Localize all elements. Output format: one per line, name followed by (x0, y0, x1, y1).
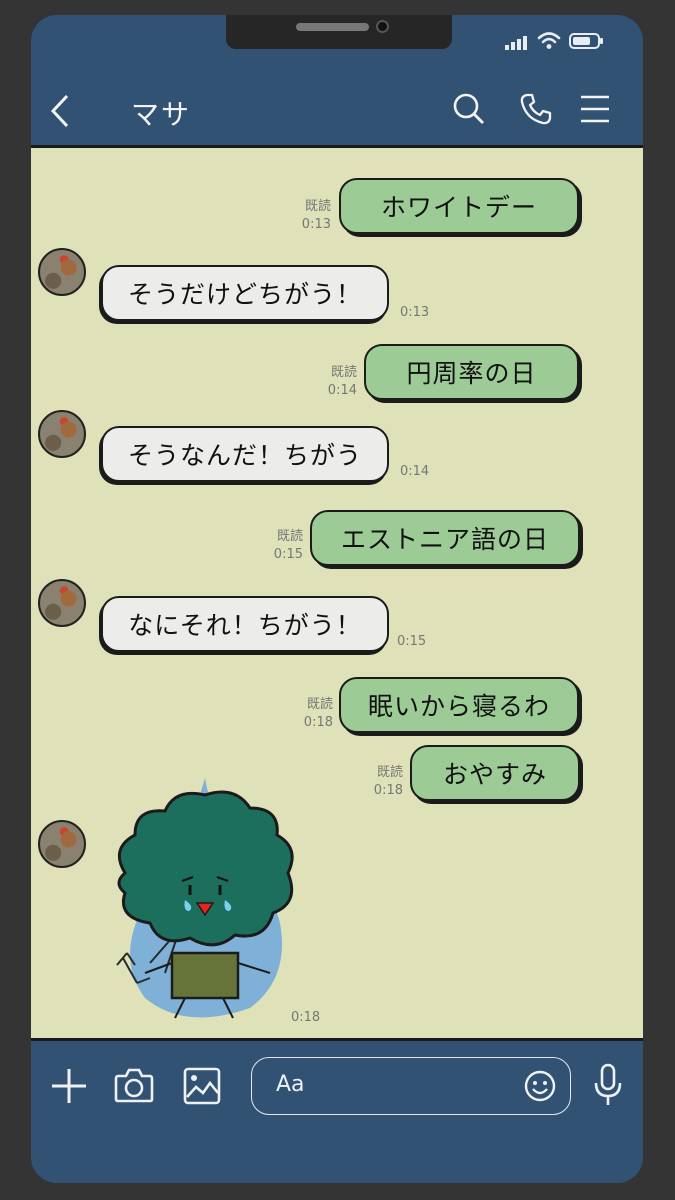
contact-avatar[interactable] (38, 579, 86, 627)
read-receipt: 既読 (376, 765, 403, 780)
image-icon[interactable] (183, 1067, 221, 1105)
outgoing-message[interactable]: おやすみ (410, 745, 580, 801)
chat-header: マサ (31, 85, 643, 145)
battery-icon (569, 32, 603, 49)
message-time: 0:18 (291, 1010, 321, 1025)
phone-frame: マサ 既読 0:13 ホワイトデー そうだけどちがう！ 0:13 既読 0:14… (31, 15, 643, 1183)
message-meta: 既読 0:14 (317, 364, 357, 400)
outgoing-message[interactable]: 円周率の日 (364, 344, 579, 400)
contact-avatar[interactable] (38, 410, 86, 458)
camera-icon[interactable] (114, 1067, 154, 1103)
contact-avatar[interactable] (38, 248, 86, 296)
emoji-icon[interactable] (524, 1070, 556, 1102)
incoming-message[interactable]: なにそれ！ちがう！ (101, 596, 389, 652)
outgoing-message[interactable]: ホワイトデー (339, 178, 579, 234)
incoming-message[interactable]: そうだけどちがう！ (101, 265, 389, 321)
outgoing-message[interactable]: エストニア語の日 (310, 510, 580, 566)
search-icon[interactable] (451, 91, 487, 127)
message-list[interactable]: 既読 0:13 ホワイトデー そうだけどちがう！ 0:13 既読 0:14 円周… (31, 145, 643, 1041)
crying-broccoli-sticker[interactable] (105, 773, 305, 1028)
message-time: 0:13 (400, 305, 430, 320)
message-time: 0:13 (301, 217, 331, 232)
message-meta: 既読 0:13 (293, 198, 331, 234)
message-time: 0:18 (373, 783, 403, 798)
microphone-icon[interactable] (593, 1063, 623, 1107)
status-bar (505, 31, 605, 50)
message-composer: Aa (31, 1041, 643, 1183)
wifi-icon (537, 31, 561, 49)
signal-icon (505, 31, 529, 50)
speaker-grille (296, 23, 369, 31)
message-time: 0:18 (303, 715, 333, 730)
contact-name[interactable]: マサ (131, 93, 191, 133)
read-receipt: 既読 (330, 365, 357, 380)
message-time: 0:15 (397, 634, 427, 649)
message-time: 0:15 (273, 547, 303, 562)
message-meta: 既読 0:18 (293, 696, 333, 732)
read-receipt: 既読 (304, 199, 331, 214)
chevron-left-icon[interactable] (47, 93, 73, 129)
message-time: 0:14 (400, 464, 430, 479)
read-receipt: 既読 (306, 697, 333, 712)
contact-avatar[interactable] (38, 820, 86, 868)
message-meta: 既読 0:18 (363, 764, 403, 800)
plus-icon[interactable] (50, 1067, 88, 1105)
message-time: 0:14 (327, 383, 357, 398)
menu-icon[interactable] (579, 91, 613, 127)
message-input-placeholder: Aa (276, 1072, 305, 1097)
phone-notch (226, 15, 452, 49)
incoming-message[interactable]: そうなんだ！ちがう (101, 426, 389, 482)
read-receipt: 既読 (276, 529, 303, 544)
message-meta: 既読 0:15 (263, 528, 303, 564)
outgoing-message[interactable]: 眠いから寝るわ (339, 677, 579, 733)
phone-icon[interactable] (518, 91, 554, 127)
front-camera (376, 20, 389, 33)
message-input[interactable]: Aa (251, 1057, 571, 1115)
